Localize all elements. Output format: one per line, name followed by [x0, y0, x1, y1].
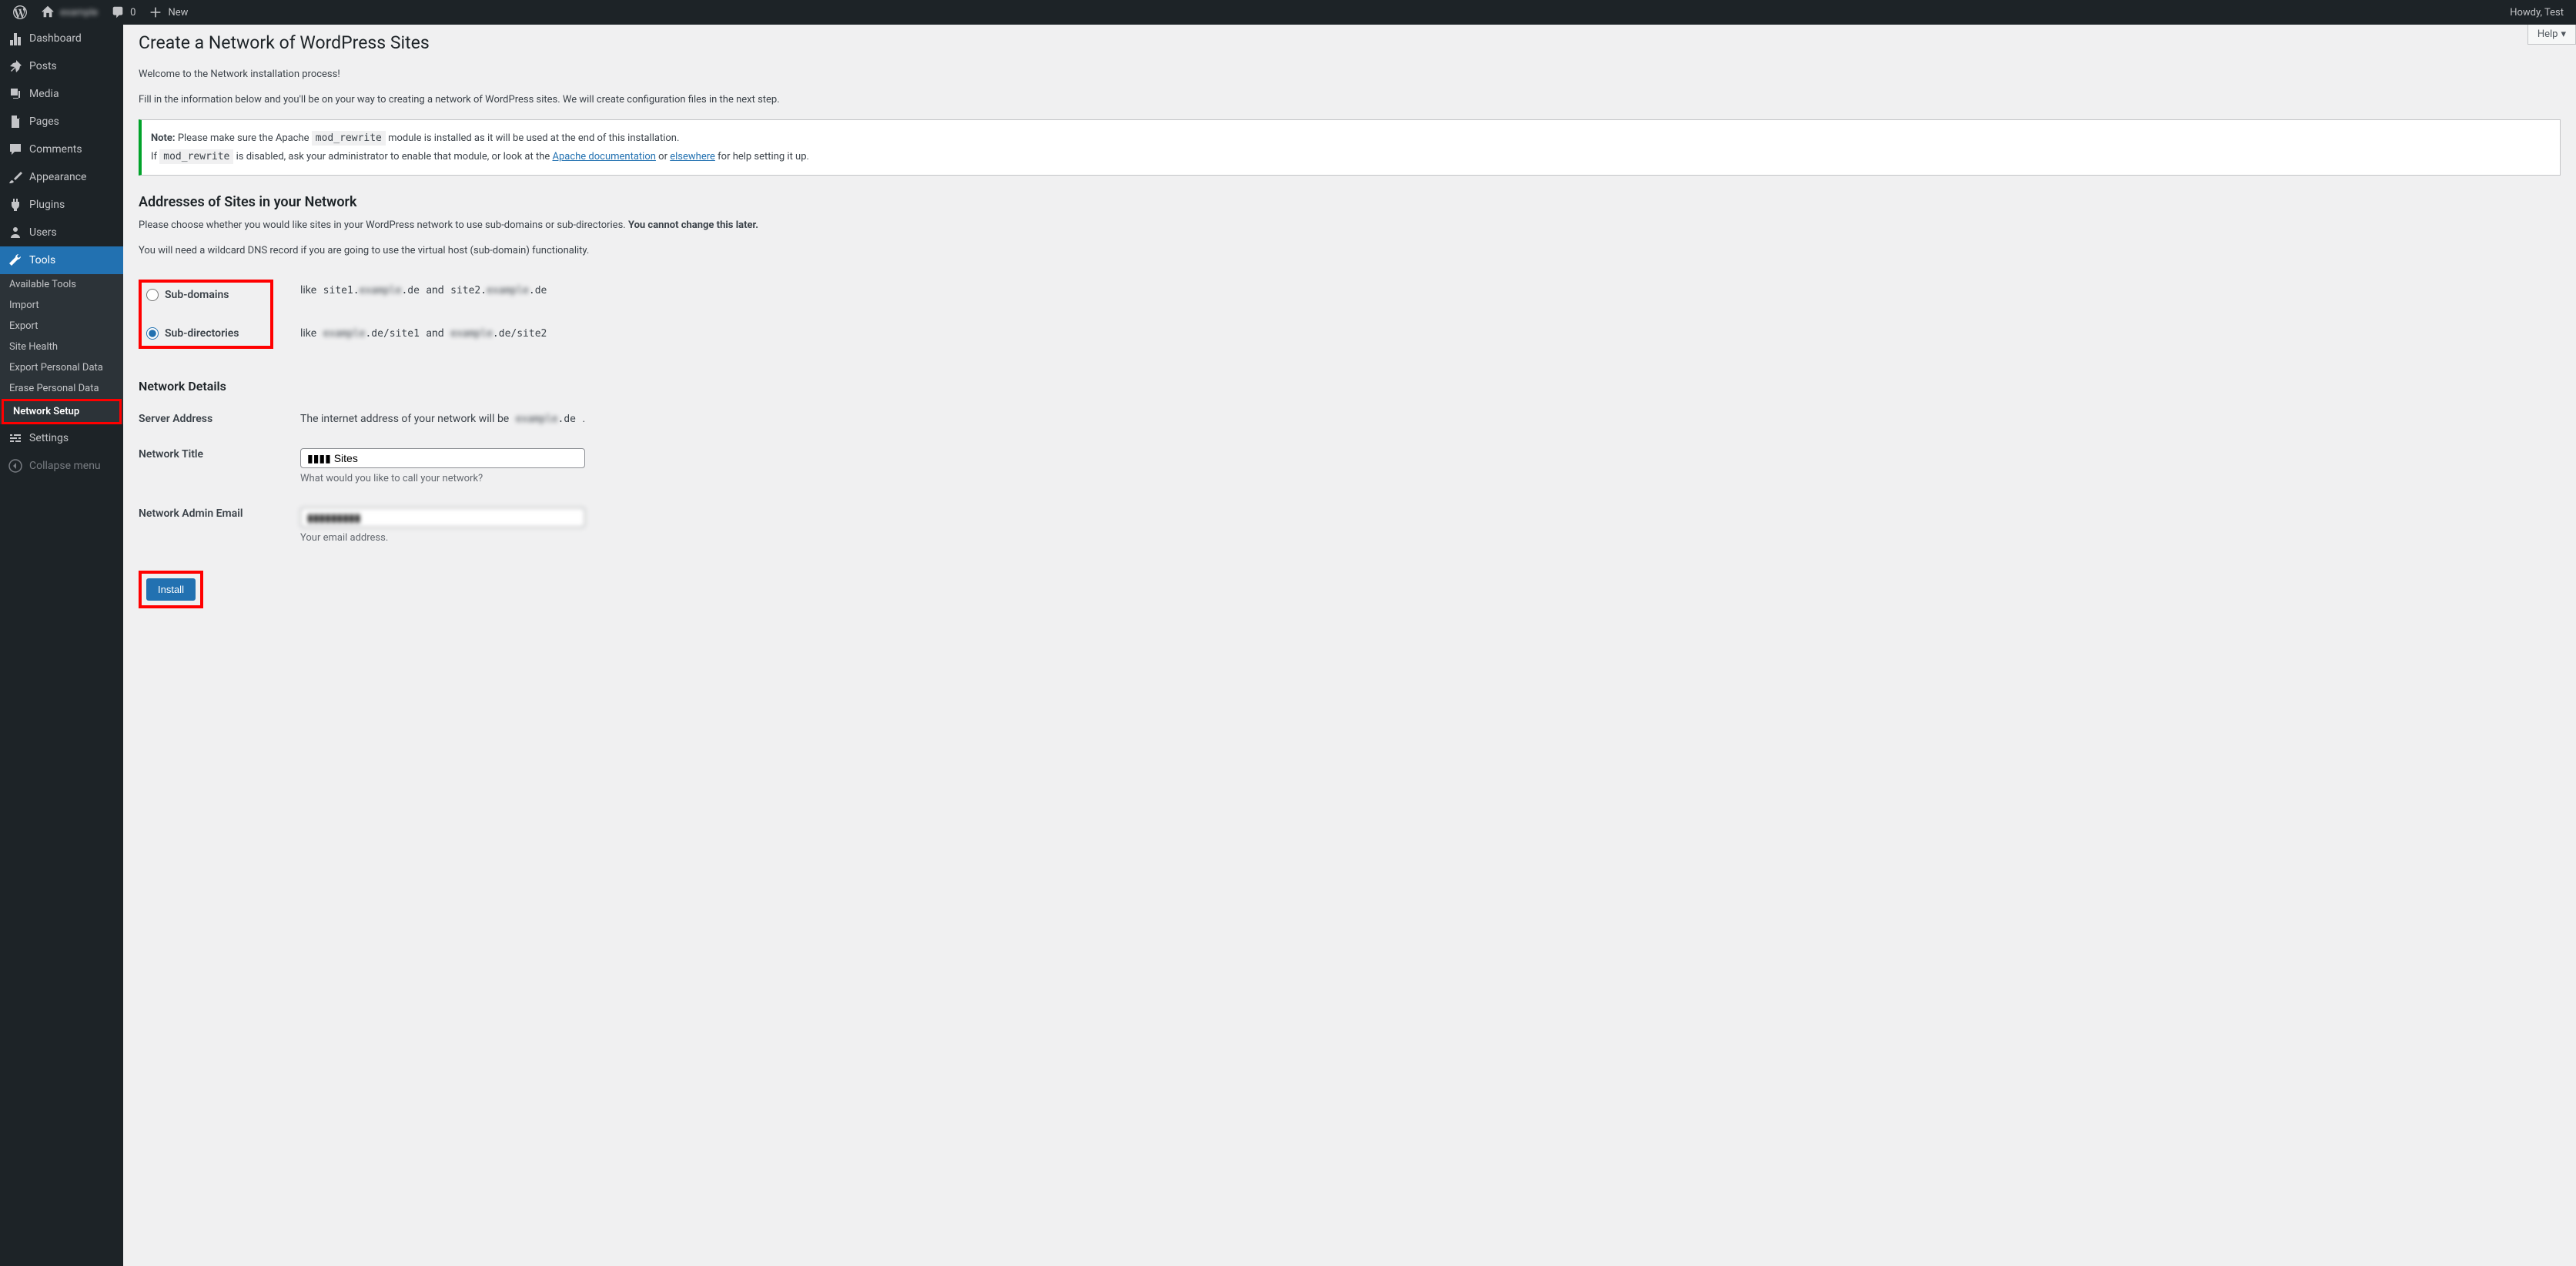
page-title: Create a Network of WordPress Sites	[139, 32, 2561, 53]
new-label: New	[168, 7, 188, 18]
subdirectories-radio[interactable]	[146, 327, 159, 340]
site-name: example	[60, 7, 98, 18]
menu-settings[interactable]: Settings	[0, 424, 123, 452]
tools-submenu: Available Tools Import Export Site Healt…	[0, 274, 123, 424]
note-label: Note:	[151, 132, 176, 144]
elsewhere-link[interactable]: elsewhere	[670, 151, 715, 162]
wrench-icon	[8, 253, 23, 268]
sub-site-health[interactable]: Site Health	[0, 337, 123, 357]
chevron-down-icon: ▾	[2561, 28, 2566, 40]
comments-icon	[8, 142, 23, 157]
welcome-text: Welcome to the Network installation proc…	[139, 67, 2561, 82]
subdomains-example: like site1.example.de and site2.example.…	[300, 284, 2553, 296]
menu-dashboard[interactable]: Dashboard	[0, 25, 123, 52]
sub-available-tools[interactable]: Available Tools	[0, 274, 123, 295]
admin-sidebar: Dashboard Posts Media Pages Comments App…	[0, 25, 123, 1266]
plug-icon	[8, 197, 23, 213]
mod-rewrite-code: mod_rewrite	[312, 131, 386, 146]
admin-bar: example 0 New Howdy, Test	[0, 0, 2576, 25]
addresses-heading: Addresses of Sites in your Network	[139, 194, 2561, 210]
collapse-menu[interactable]: Collapse menu	[0, 452, 123, 480]
note-box: Note: Please make sure the Apache mod_re…	[139, 119, 2561, 176]
network-title-desc: What would you like to call your network…	[300, 473, 2553, 484]
media-icon	[8, 86, 23, 102]
network-details-heading: Network Details	[139, 379, 2561, 394]
menu-media[interactable]: Media	[0, 80, 123, 108]
wordpress-icon	[12, 5, 28, 20]
sub-export-personal-data[interactable]: Export Personal Data	[0, 357, 123, 378]
menu-plugins[interactable]: Plugins	[0, 191, 123, 219]
pages-icon	[8, 114, 23, 129]
menu-tools[interactable]: Tools	[0, 246, 123, 274]
sub-erase-personal-data[interactable]: Erase Personal Data	[0, 378, 123, 399]
addresses-intro: Please choose whether you would like sit…	[139, 218, 2561, 233]
subdirectories-radio-label[interactable]: Sub-directories	[146, 327, 239, 340]
network-title-input[interactable]	[300, 448, 585, 468]
brush-icon	[8, 169, 23, 185]
sliders-icon	[8, 430, 23, 446]
howdy-account[interactable]: Howdy, Test	[2504, 0, 2570, 25]
dashboard-icon	[8, 31, 23, 46]
comments-count: 0	[130, 7, 135, 18]
addresses-dns-note: You will need a wildcard DNS record if y…	[139, 243, 2561, 259]
main-content: Help ▾ Create a Network of WordPress Sit…	[123, 0, 2576, 649]
wp-logo[interactable]	[6, 0, 34, 25]
subdirectories-example: like example.de/site1 and example.de/sit…	[300, 327, 2553, 340]
sub-import[interactable]: Import	[0, 295, 123, 316]
server-address-value: The internet address of your network wil…	[293, 401, 2561, 437]
admin-email-label: Network Admin Email	[139, 496, 293, 555]
sub-export[interactable]: Export	[0, 316, 123, 337]
subdomains-radio-label[interactable]: Sub-domains	[146, 289, 239, 301]
new-content[interactable]: New	[142, 0, 194, 25]
intro-text: Fill in the information below and you'll…	[139, 92, 2561, 108]
pin-icon	[8, 59, 23, 74]
admin-email-desc: Your email address.	[300, 532, 2553, 544]
network-title-label: Network Title	[139, 437, 293, 496]
sub-network-setup[interactable]: Network Setup	[4, 401, 119, 422]
home-icon	[40, 5, 55, 20]
comment-icon	[110, 5, 125, 20]
menu-pages[interactable]: Pages	[0, 108, 123, 136]
menu-appearance[interactable]: Appearance	[0, 163, 123, 191]
subdomains-radio[interactable]	[146, 289, 159, 301]
help-tab[interactable]: Help ▾	[2527, 25, 2576, 45]
collapse-icon	[8, 458, 23, 474]
apache-doc-link[interactable]: Apache documentation	[552, 151, 655, 162]
server-address-label: Server Address	[139, 401, 293, 437]
plus-icon	[148, 5, 163, 20]
menu-posts[interactable]: Posts	[0, 52, 123, 80]
comments-link[interactable]: 0	[104, 0, 142, 25]
install-button[interactable]: Install	[146, 578, 196, 601]
admin-email-input[interactable]	[300, 507, 585, 528]
site-home[interactable]: example	[34, 0, 104, 25]
user-icon	[8, 225, 23, 240]
menu-users[interactable]: Users	[0, 219, 123, 246]
menu-comments[interactable]: Comments	[0, 136, 123, 163]
